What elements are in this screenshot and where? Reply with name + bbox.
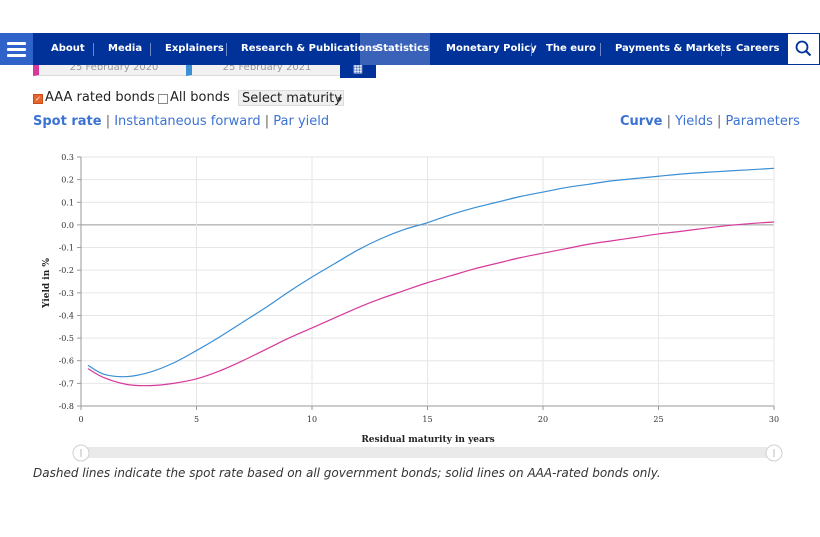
x-tick-label: 15 — [422, 415, 432, 424]
y-tick-label: 0.1 — [61, 198, 74, 207]
y-axis-label: Yield in % — [42, 258, 52, 309]
y-tick-label: -0.4 — [59, 311, 74, 320]
all-bonds-checkbox[interactable] — [158, 94, 168, 104]
series-line-0 — [87, 167, 775, 378]
tab-yields[interactable]: Yields — [675, 114, 713, 129]
maturity-select[interactable]: Select maturity ▾ — [238, 90, 344, 106]
x-tick-label: 5 — [194, 415, 199, 424]
y-tick-label: 0.2 — [61, 176, 74, 185]
view-tabs: Curve | Yields | Parameters — [620, 114, 800, 129]
tab-spot-rate[interactable]: Spot rate — [33, 114, 102, 129]
x-tick-label: 30 — [769, 415, 779, 424]
nav-divider — [93, 43, 94, 56]
tab-separator: | — [264, 114, 274, 129]
y-tick-label: 0.0 — [61, 221, 74, 230]
grid — [80, 156, 775, 407]
nav-divider — [150, 43, 151, 56]
y-tick-label: -0.3 — [59, 289, 74, 298]
y-tick-label: -0.7 — [59, 379, 74, 388]
series-lines — [87, 167, 775, 387]
nav-divider — [721, 43, 722, 56]
chevron-down-icon: ▾ — [337, 95, 342, 105]
tab-curve[interactable]: Curve — [620, 114, 663, 129]
search-button[interactable] — [787, 33, 820, 65]
maturity-select-label: Select maturity — [242, 91, 342, 106]
y-tick-label: -0.8 — [59, 402, 74, 411]
tab-separator: | — [666, 114, 676, 129]
curve-type-tabs: Spot rate | Instantaneous forward | Par … — [33, 114, 329, 129]
tab-separator: | — [105, 114, 115, 129]
nav-media[interactable]: Media — [108, 33, 142, 65]
tab-instantaneous-forward[interactable]: Instantaneous forward — [114, 114, 260, 129]
nav-about[interactable]: About — [51, 33, 85, 65]
nav-research-publications[interactable]: Research & Publications — [241, 33, 378, 65]
nav-payments-markets[interactable]: Payments & Markets — [615, 33, 731, 65]
nav-monetary-policy[interactable]: Monetary Policy — [446, 33, 537, 65]
menu-button[interactable] — [0, 33, 33, 65]
aaa-label: AAA rated bonds — [45, 90, 155, 105]
x-tick-label: 20 — [538, 415, 548, 424]
x-tick-label: 25 — [653, 415, 663, 424]
x-axis-label: Residual maturity in years — [361, 435, 494, 445]
nav-careers[interactable]: Careers — [736, 33, 779, 65]
y-tick-label: -0.6 — [59, 357, 74, 366]
aaa-checkbox[interactable]: ✓ — [33, 94, 43, 104]
nav-divider — [531, 43, 532, 56]
tab-separator: | — [717, 114, 726, 129]
nav-explainers[interactable]: Explainers — [165, 33, 224, 65]
y-tick-label: -0.1 — [59, 244, 74, 253]
nav-divider — [226, 43, 227, 56]
nav-divider — [600, 43, 601, 56]
main-nav: About Media Explainers Research & Public… — [0, 33, 820, 65]
tab-par-yield[interactable]: Par yield — [273, 114, 329, 129]
y-tick-label: 0.3 — [61, 153, 74, 162]
y-tick-label: -0.2 — [59, 266, 74, 275]
x-tick-label: 0 — [78, 415, 83, 424]
nav-statistics[interactable]: Statistics — [376, 33, 429, 65]
y-tick-label: -0.5 — [59, 334, 74, 343]
chart-caption: Dashed lines indicate the spot rate base… — [33, 466, 661, 480]
nav-the-euro[interactable]: The euro — [546, 33, 596, 65]
search-icon — [795, 40, 812, 57]
all-bonds-label: All bonds — [170, 90, 230, 105]
range-slider-track[interactable] — [81, 447, 774, 458]
yield-curve-chart: 0.3 0.2 0.1 0.0 -0.1 -0.2 -0.3 -0.4 -0.5 -0.6 -0.7… — [42, 153, 783, 462]
x-tick-label: 10 — [307, 415, 317, 424]
tab-parameters[interactable]: Parameters — [726, 114, 800, 129]
